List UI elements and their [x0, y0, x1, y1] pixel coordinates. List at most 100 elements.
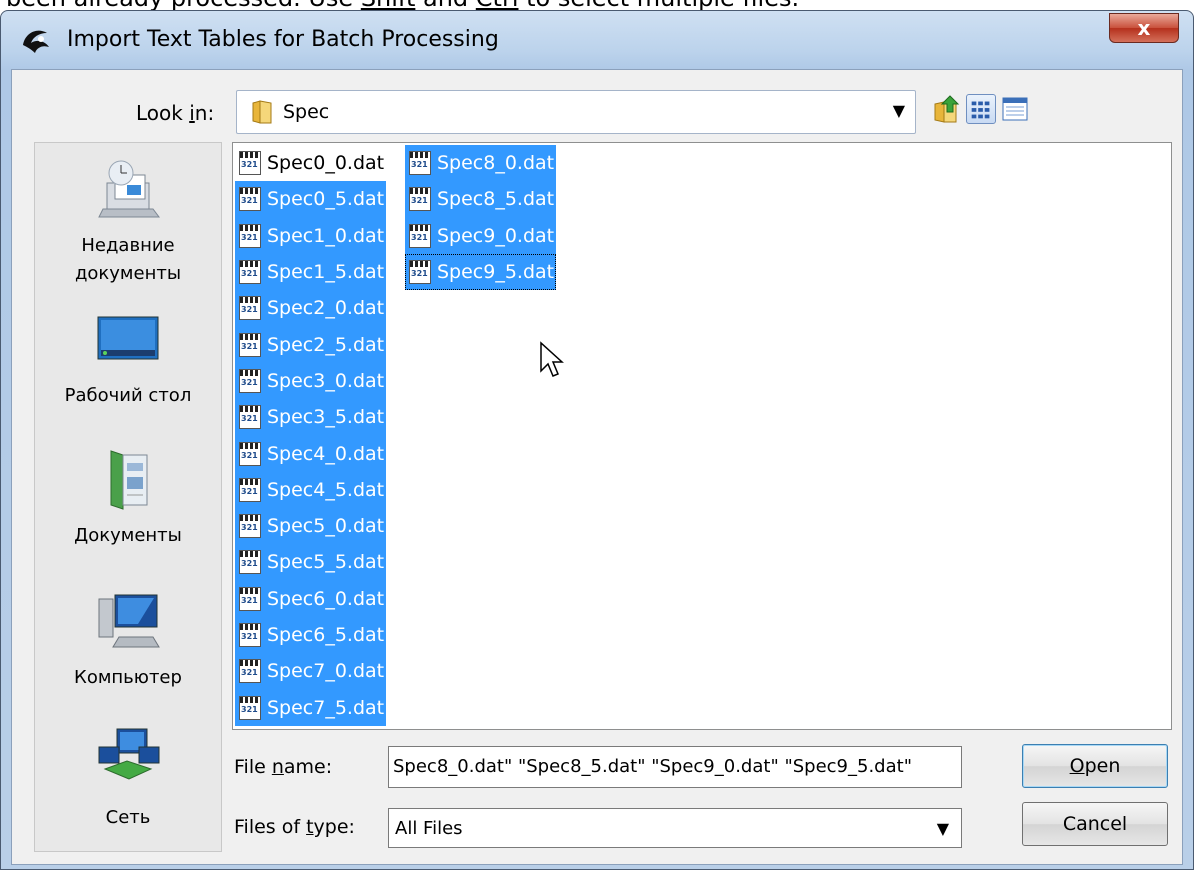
file-item[interactable]: Spec5_0.dat [235, 507, 387, 545]
file-name-text: Spec2_0.dat [267, 297, 385, 320]
data-file-icon [239, 441, 261, 466]
look-in-dropdown[interactable]: Spec ▼ [236, 90, 916, 134]
computer-icon [98, 594, 160, 648]
data-file-icon [239, 151, 261, 176]
chevron-down-icon: ▼ [892, 101, 905, 120]
file-name-value: Spec8_0.dat" "Spec8_5.dat" "Spec9_0.dat"… [393, 756, 912, 777]
file-name-text: Spec4_5.dat [267, 478, 385, 501]
place-documents[interactable]: Документы [35, 443, 221, 550]
file-item[interactable]: Spec4_5.dat [235, 471, 387, 508]
place-label: Сеть [105, 807, 151, 828]
file-name-label: File name: [234, 756, 333, 778]
list-view-icon[interactable] [966, 94, 996, 124]
file-name-text: Spec7_0.dat [267, 660, 385, 683]
file-item[interactable]: Spec7_5.dat [235, 689, 387, 726]
file-name-text: Spec0_0.dat [267, 152, 385, 175]
file-type-dropdown[interactable]: All Files ▼ [388, 808, 962, 848]
cancel-button[interactable]: Cancel [1022, 802, 1168, 846]
data-file-icon [409, 187, 431, 212]
file-name-text: Spec7_5.dat [267, 696, 385, 719]
data-file-icon [239, 477, 261, 502]
data-file-icon [239, 296, 261, 321]
file-name-text: Spec3_0.dat [267, 369, 385, 392]
file-item[interactable]: Spec1_0.dat [235, 217, 387, 254]
file-name-text: Spec9_5.dat [437, 261, 555, 284]
mouse-pointer-icon [540, 341, 564, 377]
file-item[interactable]: Spec3_0.dat [235, 362, 387, 400]
data-file-icon [239, 550, 261, 575]
file-item[interactable]: Spec9_5.dat [405, 253, 557, 291]
details-view-icon[interactable] [1000, 94, 1030, 124]
recent-documents-icon [98, 160, 160, 218]
file-item[interactable]: Spec8_0.dat [405, 145, 557, 182]
file-item[interactable]: Spec0_5.dat [235, 181, 387, 218]
data-file-icon [239, 332, 261, 357]
file-item[interactable]: Spec6_0.dat [235, 580, 387, 617]
data-file-icon [409, 223, 431, 248]
data-file-icon [239, 659, 261, 684]
file-column-1: Spec0_0.dat Spec0_5.dat Spec1_0.dat Spec… [235, 145, 387, 726]
data-file-icon [239, 223, 261, 248]
place-label: Документы [74, 525, 182, 546]
data-file-icon [239, 260, 261, 285]
place-desktop[interactable]: Рабочий стол [35, 303, 221, 410]
file-item[interactable]: Spec6_5.dat [235, 616, 387, 654]
file-item[interactable]: Spec2_0.dat [235, 290, 387, 327]
file-name-text: Spec0_5.dat [267, 188, 385, 211]
file-name-text: Spec1_5.dat [267, 261, 385, 284]
up-folder-icon[interactable] [932, 94, 962, 124]
file-item[interactable]: Spec7_0.dat [235, 653, 387, 690]
import-dialog: Import Text Tables for Batch Processing … [0, 10, 1194, 870]
file-name-text: Spec4_0.dat [267, 442, 385, 465]
title-bar[interactable]: Import Text Tables for Batch Processing … [1, 11, 1193, 69]
file-type-label: Files of type: [234, 816, 355, 838]
network-icon [98, 728, 160, 780]
data-file-icon [409, 260, 431, 285]
place-label: Недавние документы [74, 235, 182, 284]
data-file-icon [239, 368, 261, 393]
file-name-text: Spec8_0.dat [437, 152, 555, 175]
look-in-label: Look in: [136, 101, 215, 125]
file-name-text: Spec2_5.dat [267, 333, 385, 356]
file-type-value: All Files [395, 818, 463, 839]
data-file-icon [239, 695, 261, 720]
file-name-text: Spec3_5.dat [267, 406, 385, 429]
file-item[interactable]: Spec8_5.dat [405, 181, 557, 218]
data-file-icon [239, 514, 261, 539]
place-recent-documents[interactable]: Недавние документы [35, 153, 221, 288]
chevron-down-icon: ▼ [936, 819, 949, 838]
place-computer[interactable]: Компьютер [35, 585, 221, 692]
file-column-2: Spec8_0.dat Spec8_5.dat Spec9_0.dat Spec… [405, 145, 557, 291]
open-button-accel: O [1069, 755, 1085, 777]
window-title: Import Text Tables for Batch Processing [67, 27, 499, 52]
folder-icon [252, 100, 272, 124]
file-item[interactable]: Spec5_5.dat [235, 544, 387, 581]
data-file-icon [239, 623, 261, 647]
open-button-label: pen [1084, 755, 1121, 777]
file-name-text: Spec5_5.dat [267, 551, 385, 574]
file-list[interactable]: Spec0_0.dat Spec0_5.dat Spec1_0.dat Spec… [232, 142, 1172, 730]
file-name-text: Spec8_5.dat [437, 188, 555, 211]
data-file-icon [409, 151, 431, 176]
file-name-text: Spec6_0.dat [267, 587, 385, 610]
file-item[interactable]: Spec3_5.dat [235, 399, 387, 436]
open-button[interactable]: Open [1022, 744, 1168, 788]
place-label: Компьютер [74, 667, 182, 688]
close-button[interactable]: x [1109, 13, 1179, 43]
app-logo-icon [23, 30, 49, 53]
file-item[interactable]: Spec2_5.dat [235, 326, 387, 363]
data-file-icon [239, 405, 261, 430]
file-name-text: Spec5_0.dat [267, 515, 385, 538]
file-name-input[interactable]: Spec8_0.dat" "Spec8_5.dat" "Spec9_0.dat"… [388, 746, 962, 788]
file-item[interactable]: Spec9_0.dat [405, 217, 557, 254]
desktop-icon [97, 316, 159, 360]
look-in-value: Spec [283, 101, 330, 123]
data-file-icon [239, 586, 261, 611]
file-name-text: Spec6_5.dat [267, 624, 385, 646]
file-item[interactable]: Spec0_0.dat [235, 145, 387, 182]
file-item[interactable]: Spec1_5.dat [235, 253, 387, 291]
places-bar: Недавние документы Рабочий стол Документ… [34, 142, 222, 852]
place-network[interactable]: Сеть [35, 725, 221, 832]
file-name-text: Spec9_0.dat [437, 224, 555, 247]
file-item[interactable]: Spec4_0.dat [235, 435, 387, 472]
